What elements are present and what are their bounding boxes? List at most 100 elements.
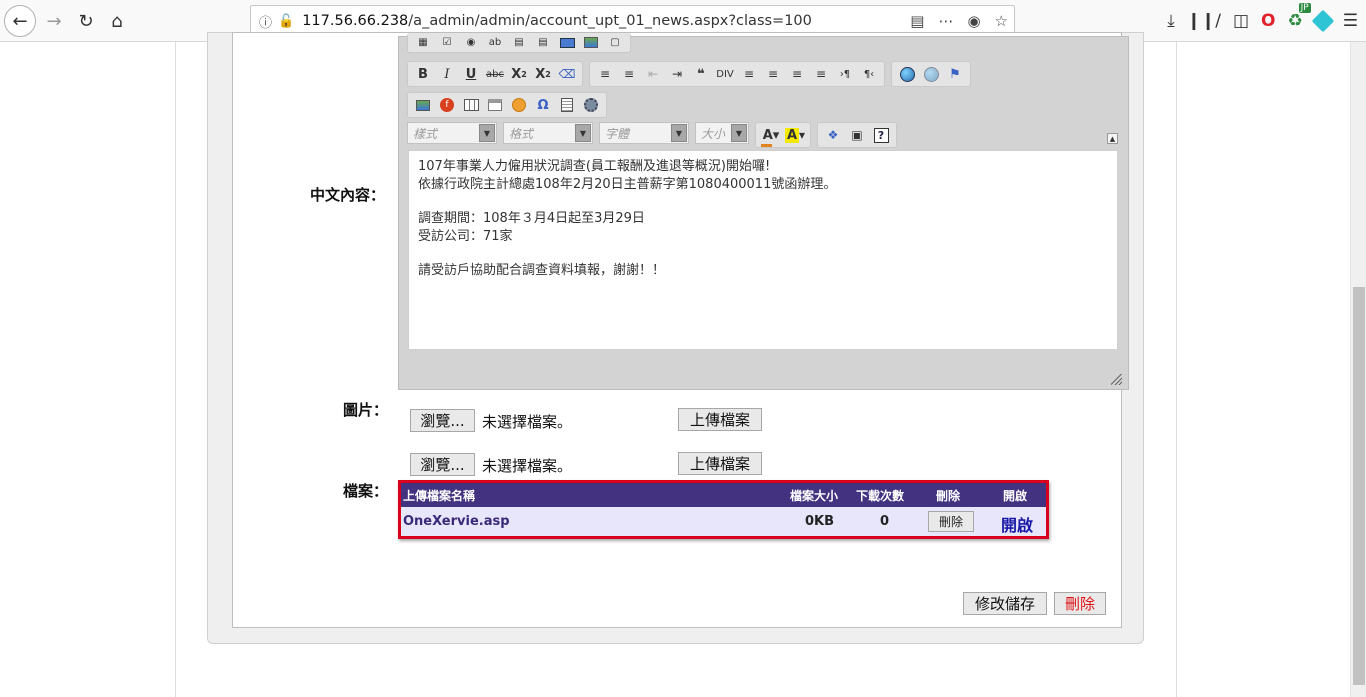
page-break-icon[interactable] [556,95,578,115]
save-changes-button[interactable]: 修改儲存 [963,592,1047,615]
smiley-icon[interactable] [508,95,530,115]
table-header: 上傳檔案名稱 檔案大小 下載次數 刪除 開啟 [401,483,1046,507]
header-filesize: 檔案大小 [790,489,839,503]
header-delete: 刪除 [936,489,961,503]
eraser-icon[interactable]: ⌫ [556,64,578,84]
header-filename: 上傳檔案名稱 [403,489,476,503]
image-button-icon[interactable] [580,33,602,53]
align-right-icon[interactable]: ≡ [786,64,808,84]
italic-icon[interactable]: I [436,64,458,84]
image-upload-button[interactable]: 上傳檔案 [678,408,762,431]
collapse-toolbar-icon[interactable]: ▲ [1107,133,1118,144]
special-char-icon[interactable]: Ω [532,95,554,115]
info-icon[interactable]: ⓘ [259,12,272,31]
content-line: 受訪公司：71家 [418,229,513,244]
toolbar-row-4: 樣式 ▼ 格式 ▼ 字體 ▼ 大小 ▼ A ▾ A ▾ ❖ ▣ ? [407,122,897,148]
size-select[interactable]: 大小 ▼ [695,122,749,144]
editor-content-area[interactable]: 107年事業人力僱用狀況調查(員工報酬及進退等概況)開始囉! 依據行政院主計總處… [408,150,1118,350]
text-color-icon[interactable]: A ▾ [760,125,782,147]
iframe-icon[interactable] [580,95,602,115]
unlink-icon[interactable] [920,64,942,84]
form-icon[interactable]: ▦ [412,33,434,53]
hidden-field-icon[interactable]: ▢ [604,33,626,53]
subscript-icon[interactable]: X2 [508,64,530,84]
bold-icon[interactable]: B [412,64,434,84]
toolbar-row-2: B I U abc X2 X2 ⌫ ≡ ≡ ⇤ ⇥ ❝ DIV ≡ ≡ ≡ ≡ … [407,61,971,87]
open-file-link[interactable]: 開啟 [1001,512,1033,536]
horizontal-rule-icon[interactable] [484,95,506,115]
scrollbar-thumb[interactable] [1353,287,1365,685]
flash-icon[interactable]: f [436,95,458,115]
url-text[interactable]: 117.56.66.238/a_admin/admin/account_upt_… [302,13,812,29]
delete-file-button[interactable]: 刪除 [928,511,974,532]
strikethrough-icon[interactable]: abc [484,64,506,84]
reader-view-icon[interactable]: ▤ [910,12,924,30]
button-field-icon[interactable] [556,33,578,53]
align-left-icon[interactable]: ≡ [738,64,760,84]
checkbox-icon[interactable]: ☑ [436,33,458,53]
font-select[interactable]: 字體 ▼ [599,122,689,144]
select-icon[interactable]: ▤ [532,33,554,53]
help-icon[interactable]: ? [870,125,892,145]
underline-icon[interactable]: U [460,64,482,84]
blockquote-icon[interactable]: ❝ [690,64,712,84]
maximize-icon[interactable]: ❖ [822,125,844,145]
table-icon[interactable] [460,95,482,115]
outdent-icon[interactable]: ⇤ [642,64,664,84]
page-scrollbar[interactable] [1350,42,1366,697]
textfield-icon[interactable]: ab [484,33,506,53]
content-label: 中文內容： [310,186,386,204]
file-browse-button[interactable]: 瀏覽... [410,453,475,476]
library-icon[interactable]: ❙❙∕ [1187,11,1221,31]
url-host: 117.56.66.238 [302,13,409,29]
right-border [1176,42,1177,697]
align-justify-icon[interactable]: ≡ [810,64,832,84]
style-select[interactable]: 樣式 ▼ [407,122,497,144]
home-button[interactable]: ⌂ [101,5,133,37]
div-container-icon[interactable]: DIV [714,64,736,84]
indent-icon[interactable]: ⇥ [666,64,688,84]
ltr-icon[interactable]: ›¶ [834,64,856,84]
forward-button[interactable]: → [38,5,70,37]
rich-text-editor: ▦ ☑ ◉ ab ▤ ▤ ▢ B I U abc X2 X2 ⌫ ≡ ≡ ⇤ ⇥… [398,33,1129,390]
bookmark-star-icon[interactable]: ☆ [995,12,1008,30]
pocket-icon[interactable]: ◉ [967,12,980,30]
url-path: /a_admin/admin/account_upt_01_news.aspx?… [408,13,812,29]
insecure-lock-icon[interactable]: 🔓 [278,14,294,29]
background-color-icon[interactable]: A ▾ [784,125,806,145]
delete-button[interactable]: 刪除 [1054,592,1106,615]
toolbar-row-1: ▦ ☑ ◉ ab ▤ ▤ ▢ [407,33,631,53]
downloads-icon[interactable]: ⤓ [1167,11,1175,31]
textarea-icon[interactable]: ▤ [508,33,530,53]
format-select[interactable]: 格式 ▼ [503,122,593,144]
reload-button[interactable]: ↻ [70,5,102,37]
page-actions-icon[interactable]: ⋯ [938,12,953,30]
image-icon[interactable] [412,95,434,115]
file-size: 0KB [805,514,835,529]
size-select-label: 大小 [701,126,726,141]
align-center-icon[interactable]: ≡ [762,64,784,84]
image-file-status: 未選擇檔案。 [482,413,573,431]
show-blocks-icon[interactable]: ▣ [846,125,868,145]
anchor-flag-icon[interactable]: ⚑ [944,64,966,84]
editor-resize-handle[interactable] [1111,374,1122,385]
sidebar-icon[interactable]: ◫ [1233,11,1249,31]
image-browse-button[interactable]: 瀏覽... [410,409,475,432]
radio-icon[interactable]: ◉ [460,33,482,53]
file-upload-button[interactable]: 上傳檔案 [678,452,762,475]
translate-extension-icon[interactable]: ♻ JP [1288,3,1311,31]
superscript-icon[interactable]: X2 [532,64,554,84]
back-button[interactable]: ← [4,5,36,37]
file-name: OneXervie.asp [403,514,510,529]
cube-extension-icon[interactable] [1311,9,1335,33]
chevron-down-icon: ▼ [671,124,687,142]
numbered-list-icon[interactable]: ≡ [594,64,616,84]
menu-icon[interactable]: ☰ [1343,11,1358,31]
bullet-list-icon[interactable]: ≡ [618,64,640,84]
content-line: 107年事業人力僱用狀況調查(員工報酬及進退等概況)開始囉! [418,159,771,174]
opera-extension-icon[interactable]: O [1261,11,1275,31]
rtl-icon[interactable]: ¶‹ [858,64,880,84]
link-icon[interactable] [896,64,918,84]
